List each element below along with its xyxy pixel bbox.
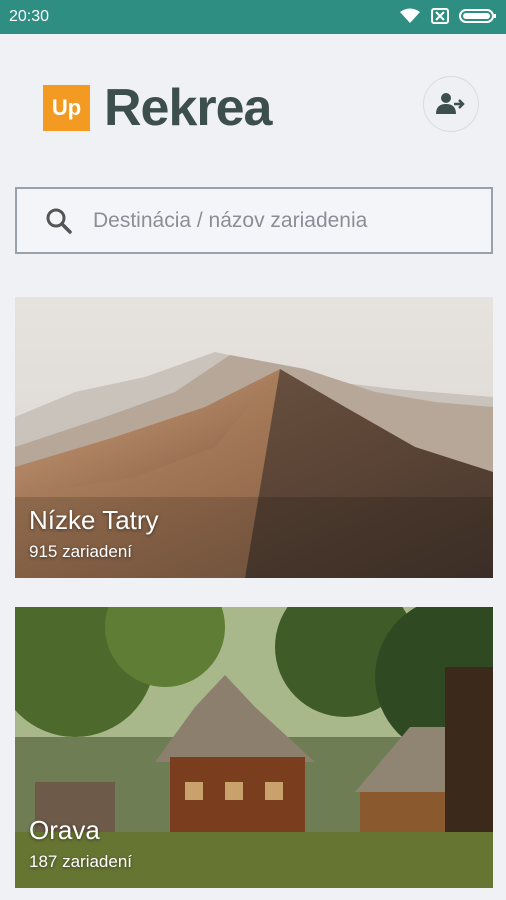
search-icon <box>46 208 72 234</box>
user-login-icon <box>436 93 465 114</box>
app-header: Up Rekrea <box>0 34 506 184</box>
destination-name: Nízke Tatry <box>29 505 159 535</box>
search-input[interactable] <box>93 208 473 233</box>
status-bar: 20:30 <box>0 0 506 34</box>
search-box[interactable] <box>15 187 493 254</box>
status-time: 20:30 <box>9 8 50 25</box>
destination-count: 915 zariadení <box>29 542 133 561</box>
destination-name: Orava <box>29 815 100 845</box>
wifi-icon <box>400 8 420 23</box>
destination-card-orava[interactable]: Orava 187 zariadení <box>15 607 493 888</box>
brand-logo: Up Rekrea <box>43 79 272 137</box>
user-login-button[interactable] <box>423 76 479 132</box>
battery-icon <box>459 9 496 23</box>
sim-icon <box>431 8 449 24</box>
destination-count: 187 zariadení <box>29 852 133 871</box>
status-icons <box>399 8 497 24</box>
brand-name: Rekrea <box>104 79 272 137</box>
destination-card-nizke-tatry[interactable]: Nízke Tatry 915 zariadení <box>15 297 493 578</box>
logo-badge: Up <box>43 85 90 131</box>
